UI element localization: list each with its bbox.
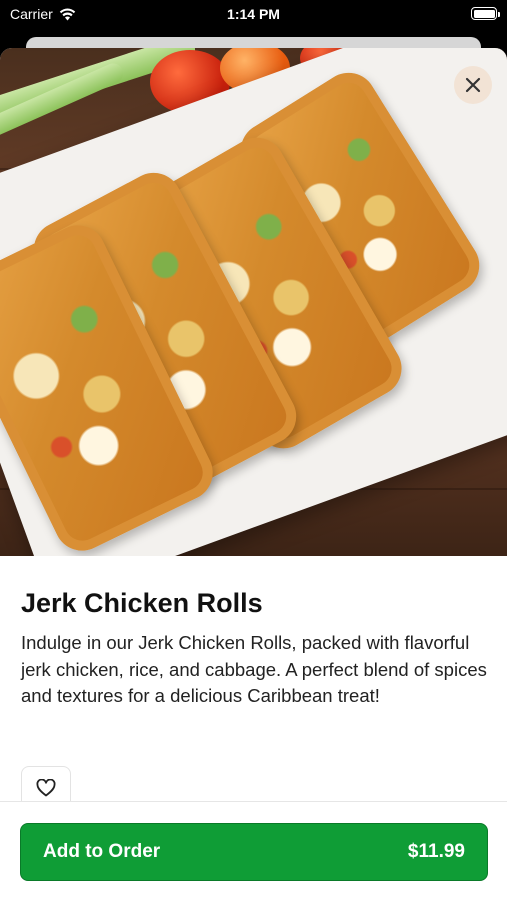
item-description: Indulge in our Jerk Chicken Rolls, packe… <box>21 632 487 706</box>
item-detail-sheet: Jerk Chicken Rolls Indulge in our Jerk C… <box>0 48 507 900</box>
heart-icon <box>36 778 56 796</box>
battery-icon <box>471 7 500 20</box>
close-icon <box>465 77 481 93</box>
order-footer: Add to Order $11.99 <box>0 801 507 900</box>
close-button[interactable] <box>454 66 492 104</box>
food-photo <box>0 48 507 556</box>
item-title: Jerk Chicken Rolls <box>21 588 263 618</box>
status-time: 1:14 PM <box>227 6 280 22</box>
status-bar: Carrier 1:14 PM <box>0 0 507 30</box>
item-price: $11.99 <box>407 841 465 862</box>
add-to-order-label: Add to Order <box>43 841 161 862</box>
add-to-order-button[interactable]: Add to Order $11.99 <box>20 823 488 881</box>
